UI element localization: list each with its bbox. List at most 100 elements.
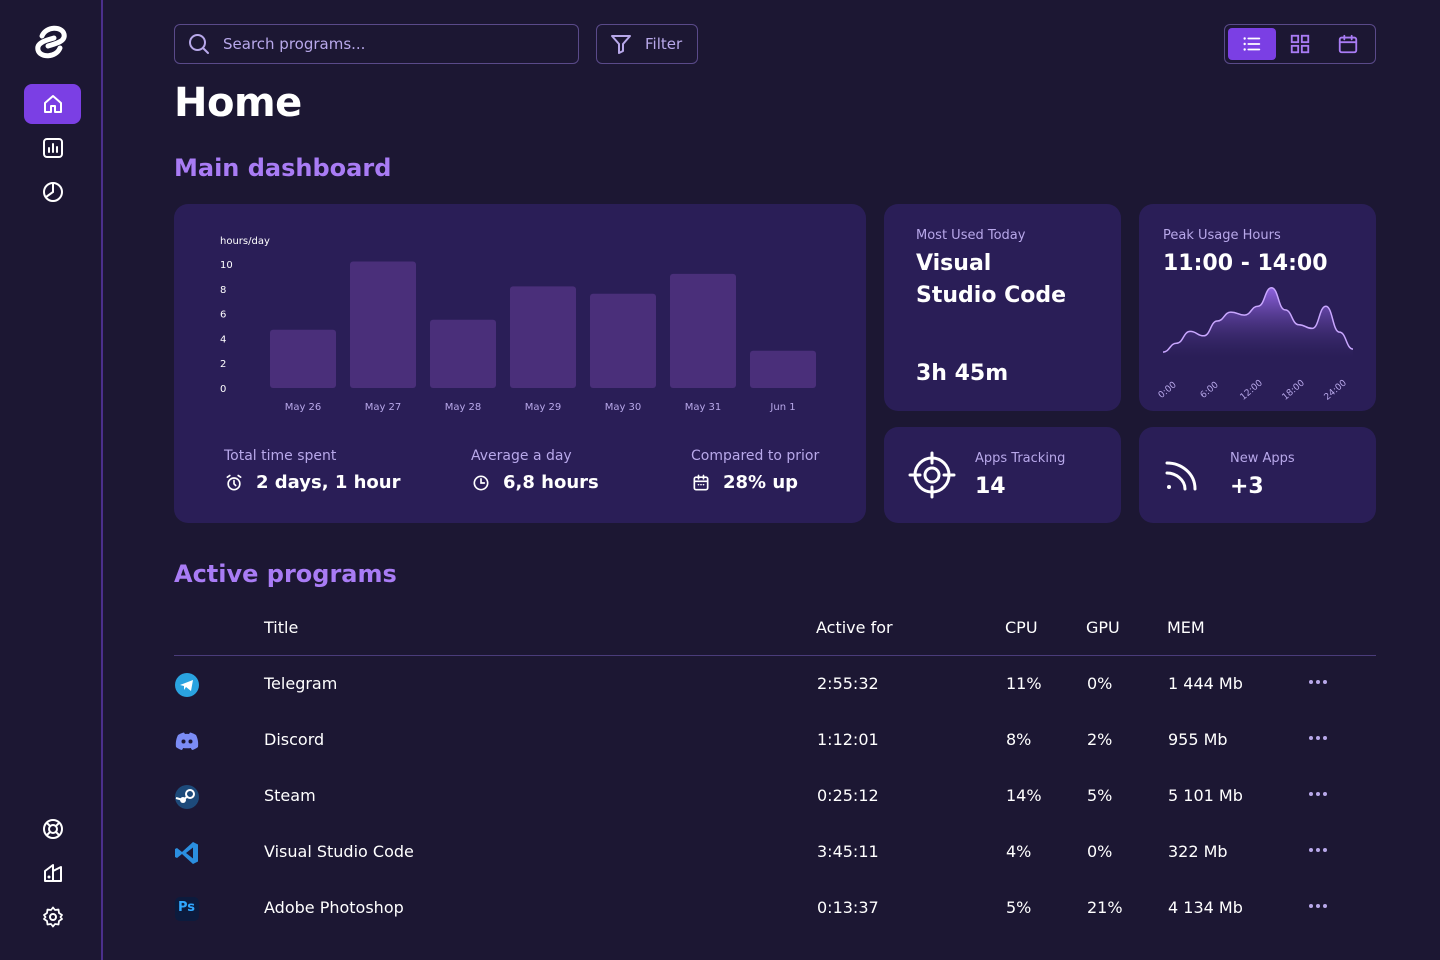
more-dots-icon (1309, 736, 1327, 740)
chart-bar (270, 329, 336, 388)
most-used-card: Most Used Today Visual Studio Code 3h 45… (884, 204, 1121, 411)
x-tick-label: May 29 (525, 402, 562, 413)
stat-total: Total time spent 2 days, 1 hour (224, 448, 400, 493)
row-gpu: 21% (1087, 898, 1123, 917)
y-tick-label: 4 (220, 334, 226, 345)
nav-support-button[interactable] (24, 809, 81, 849)
more-options-button[interactable] (1306, 838, 1330, 862)
row-gpu: 2% (1087, 730, 1113, 749)
y-tick-label: 10 (220, 260, 233, 271)
peak-usage-label: Peak Usage Hours (1163, 228, 1281, 243)
row-cpu: 14% (1006, 786, 1042, 805)
sidebar (0, 0, 103, 960)
nav-theme-button[interactable] (24, 853, 81, 893)
nav-settings-button[interactable] (24, 897, 81, 937)
bar-chart-icon (42, 138, 63, 158)
most-used-app-line2: Studio Code (916, 283, 1067, 308)
stat-total-value: 2 days, 1 hour (256, 472, 401, 493)
grid-icon (1290, 34, 1310, 54)
header-mem[interactable]: MEM (1167, 618, 1205, 637)
list-view-button[interactable] (1228, 28, 1276, 60)
stat-compare: Compared to prior 28% up (691, 448, 819, 493)
grid-view-button[interactable] (1276, 28, 1324, 60)
table-row[interactable]: Steam 0:25:12 14% 5% 5 101 Mb (174, 768, 1376, 824)
header-title[interactable]: Title (264, 618, 298, 637)
calendar-icon (693, 474, 709, 490)
app-logo-icon[interactable] (32, 22, 70, 62)
row-active-for: 1:12:01 (817, 730, 879, 749)
header-active-for[interactable]: Active for (816, 618, 893, 637)
alarm-clock-icon (226, 474, 242, 490)
view-switcher (1224, 24, 1376, 64)
row-title: Adobe Photoshop (264, 898, 404, 917)
table-row[interactable]: Telegram 2:55:32 11% 0% 1 444 Mb (174, 656, 1376, 712)
feed-icon (1165, 461, 1197, 491)
row-gpu: 0% (1087, 842, 1113, 861)
new-apps-label: New Apps (1230, 451, 1295, 466)
more-dots-icon (1309, 904, 1327, 908)
row-title: Discord (264, 730, 325, 749)
palette-icon (43, 864, 62, 882)
nav-home-button[interactable] (24, 84, 81, 124)
usage-bar-chart: hours/day 0 2 4 6 8 10 May 26 May 27 May 28 May 29… (220, 236, 816, 413)
search-box[interactable] (174, 24, 579, 64)
row-gpu: 5% (1087, 786, 1113, 805)
page-title: Home (174, 80, 302, 126)
chart-bar (750, 350, 816, 388)
pie-chart-icon (42, 182, 63, 202)
new-apps-value: +3 (1230, 474, 1264, 499)
table-row[interactable]: Visual Studio Code 3:45:11 4% 0% 322 Mb (174, 824, 1376, 880)
y-axis-label: hours/day (220, 236, 270, 247)
calendar-view-button[interactable] (1324, 28, 1372, 60)
most-used-app-line1: Visual (916, 251, 992, 276)
peak-tick-label: 12:00 (1239, 378, 1266, 403)
most-used-label: Most Used Today (916, 228, 1026, 243)
filter-button[interactable]: Filter (596, 24, 698, 64)
row-mem: 955 Mb (1168, 730, 1228, 749)
search-input[interactable] (223, 35, 563, 53)
peak-tick-label: 6:00 (1199, 380, 1221, 401)
chart-bar (350, 261, 416, 388)
clock-icon (473, 475, 489, 490)
peak-area (1163, 287, 1353, 358)
more-options-button[interactable] (1306, 670, 1330, 694)
x-tick-label: Jun 1 (769, 402, 795, 413)
chart-bar (430, 319, 496, 388)
steam-icon (174, 784, 200, 810)
row-mem: 5 101 Mb (1168, 786, 1243, 805)
nav-pie-button[interactable] (24, 172, 81, 212)
table-row[interactable]: Discord 1:12:01 8% 2% 955 Mb (174, 712, 1376, 768)
more-dots-icon (1309, 680, 1327, 684)
peak-tick-label: 0:00 (1157, 380, 1179, 401)
gear-icon (42, 906, 63, 928)
header-gpu[interactable]: GPU (1086, 618, 1120, 637)
nav-stats-button[interactable] (24, 128, 81, 168)
more-options-button[interactable] (1306, 894, 1330, 918)
peak-usage-card: Peak Usage Hours 11:00 - 14:00 0:00 6:00 1… (1139, 204, 1376, 411)
y-tick-label: 0 (220, 384, 226, 395)
calendar-icon (1338, 34, 1358, 54)
more-dots-icon (1309, 848, 1327, 852)
photoshop-badge-text: Ps (178, 900, 196, 915)
table-row[interactable]: Ps Adobe Photoshop 0:13:37 5% 21% 4 134 Mb (174, 880, 1376, 936)
apps-tracking-label: Apps Tracking (975, 451, 1066, 466)
more-options-button[interactable] (1306, 726, 1330, 750)
more-options-button[interactable] (1306, 782, 1330, 806)
row-title: Telegram (264, 674, 338, 693)
more-dots-icon (1309, 792, 1327, 796)
stat-average-value: 6,8 hours (503, 472, 599, 493)
row-active-for: 3:45:11 (817, 842, 879, 861)
vscode-icon (174, 840, 200, 866)
telegram-icon (174, 672, 200, 698)
apps-tracking-value: 14 (975, 474, 1006, 499)
chart-bar (670, 273, 736, 388)
row-mem: 4 134 Mb (1168, 898, 1243, 917)
row-cpu: 11% (1006, 674, 1042, 693)
x-tick-label: May 28 (445, 402, 482, 413)
search-icon (189, 34, 209, 54)
filter-label: Filter (645, 35, 683, 53)
peak-usage-range: 11:00 - 14:00 (1163, 251, 1328, 276)
section-title-dashboard: Main dashboard (174, 154, 392, 182)
row-title: Visual Studio Code (264, 842, 414, 861)
header-cpu[interactable]: CPU (1005, 618, 1038, 637)
